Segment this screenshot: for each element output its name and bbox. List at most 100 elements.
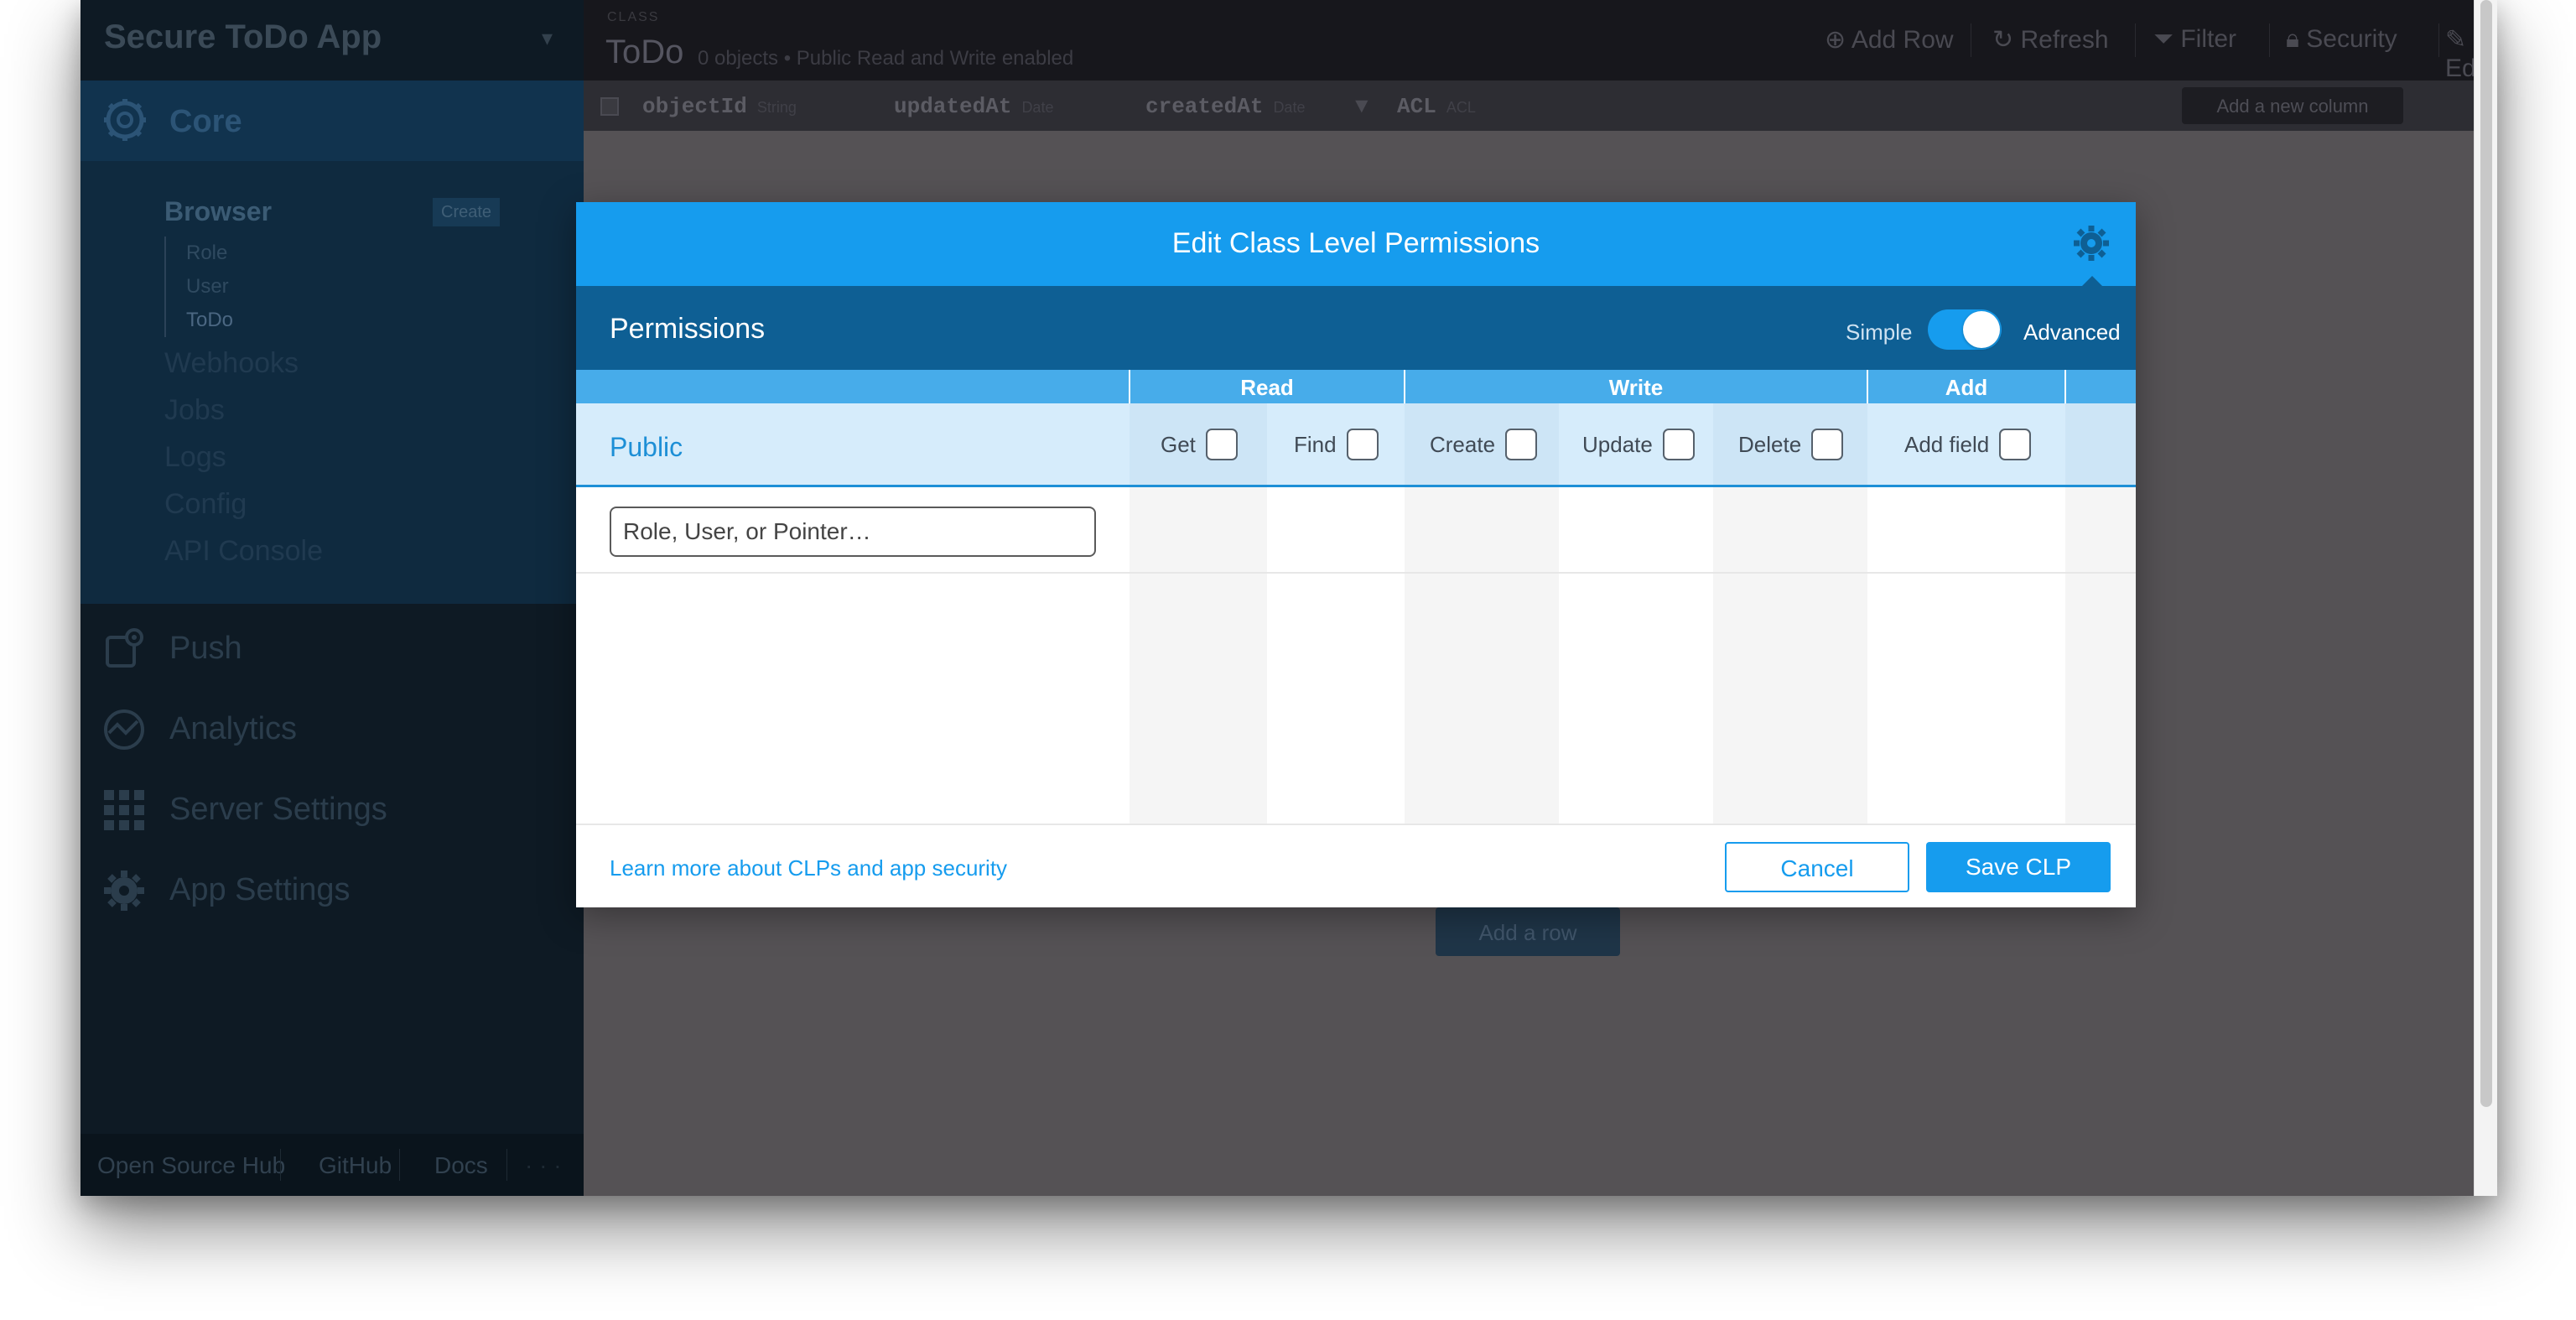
perm-create-checkbox[interactable]: [1505, 429, 1538, 460]
settings-gear-icon[interactable]: [2072, 224, 2111, 262]
toolbar-divider: [2135, 23, 2136, 57]
group-header-add: Add: [1867, 370, 2065, 403]
column-acl[interactable]: ACL ACL: [1397, 94, 1476, 119]
class-item-role[interactable]: Role: [166, 236, 233, 270]
footer-more[interactable]: · · ·: [525, 1152, 562, 1179]
perm-update-checkbox[interactable]: [1662, 429, 1695, 460]
app-switcher-caret-icon[interactable]: ▾: [542, 25, 553, 51]
permissions-title: Permissions: [610, 313, 766, 345]
role-user-pointer-input[interactable]: [610, 507, 1096, 557]
perm-update[interactable]: Update: [1582, 429, 1695, 460]
public-cell: [2065, 403, 2136, 485]
window-scrollbar[interactable]: [2474, 0, 2497, 1196]
core-gear-icon: [104, 99, 146, 141]
group-divider: [2064, 370, 2066, 403]
sidebar: Secure ToDo App ▾ Core Browser Create Ro…: [80, 0, 584, 1196]
sidebar-section-server-settings[interactable]: Server Settings: [102, 777, 572, 844]
class-subtitle: 0 objects • Public Read and Write enable…: [698, 47, 1074, 70]
footer-link-docs[interactable]: Docs: [434, 1152, 488, 1179]
select-all-checkbox[interactable]: [600, 97, 619, 116]
add-column-button[interactable]: Add a new column: [2182, 87, 2403, 124]
refresh-action[interactable]: ↻ Refresh: [1992, 25, 2109, 55]
perm-create[interactable]: Create: [1430, 429, 1538, 460]
column-createdat[interactable]: createdAt Date: [1145, 94, 1305, 119]
permissions-bar: Permissions Simple Advanced: [576, 286, 2136, 370]
scrollbar-thumb[interactable]: [2480, 0, 2492, 1107]
refresh-action-label: Refresh: [2020, 26, 2109, 54]
sidebar-label-push: Push: [169, 631, 242, 666]
modal-header: Edit Class Level Permissions: [576, 202, 2136, 286]
group-divider: [1867, 370, 1868, 403]
perm-get-checkbox[interactable]: [1205, 429, 1238, 460]
sidebar-section-push[interactable]: Push: [102, 616, 572, 683]
filter-action-label: Filter: [2180, 25, 2237, 53]
grid-icon: [104, 790, 144, 830]
perm-delete-checkbox[interactable]: [1811, 429, 1844, 460]
nav-jobs[interactable]: Jobs: [164, 394, 323, 441]
perm-add-field[interactable]: Add field: [1904, 429, 2032, 460]
sidebar-footer: Open Source Hub GitHub Docs · · ·: [80, 1134, 584, 1196]
save-clp-button[interactable]: Save CLP: [1926, 842, 2111, 892]
core-header[interactable]: Core: [80, 81, 584, 161]
public-label: Public: [610, 432, 683, 462]
column-objectid[interactable]: objectId String: [642, 94, 797, 119]
gear-notch: [2082, 276, 2102, 286]
column-name: objectId: [642, 94, 747, 119]
security-action[interactable]: 🔒︎ Security: [2286, 25, 2397, 54]
sort-caret-icon[interactable]: ▼: [1355, 94, 1368, 119]
core-nav: Webhooks Jobs Logs Config API Console: [164, 347, 323, 582]
toolbar-divider: [2269, 23, 2270, 57]
permissions-table: Read Write Add Public Get Find Create Up…: [576, 370, 2136, 824]
perm-find-checkbox[interactable]: [1346, 429, 1379, 460]
group-divider: [1404, 370, 1405, 403]
clp-modal: Edit Class Level Permissions Permissions…: [576, 202, 2136, 907]
mode-toggle[interactable]: [1928, 309, 2002, 350]
nav-webhooks[interactable]: Webhooks: [164, 347, 323, 394]
perm-add-field-checkbox[interactable]: [1999, 429, 2032, 460]
learn-more-link[interactable]: Learn more about CLPs and app security: [610, 855, 1007, 881]
security-action-label: Security: [2306, 25, 2397, 53]
footer-divider: [506, 1149, 507, 1181]
footer-link-github[interactable]: GitHub: [319, 1152, 392, 1179]
group-header-blank: [576, 370, 1130, 403]
footer-link-open-source-hub[interactable]: Open Source Hub: [97, 1152, 285, 1179]
class-toolbar: CLASS ToDo 0 objects • Public Read and W…: [584, 0, 2497, 82]
add-row-button[interactable]: Add a row: [1436, 907, 1620, 956]
toolbar-divider: [2438, 23, 2439, 57]
group-header-write: Write: [1405, 370, 1867, 403]
column-updatedat[interactable]: updatedAt Date: [894, 94, 1053, 119]
modal-title: Edit Class Level Permissions: [1171, 227, 1540, 259]
perm-find-label: Find: [1294, 431, 1337, 457]
nav-api-console[interactable]: API Console: [164, 535, 323, 582]
perm-create-label: Create: [1430, 431, 1496, 457]
class-list: Role User ToDo: [164, 236, 233, 337]
app-title[interactable]: Secure ToDo App: [104, 18, 382, 56]
nav-config[interactable]: Config: [164, 488, 323, 535]
perm-delete[interactable]: Delete: [1738, 429, 1844, 460]
cancel-button[interactable]: Cancel: [1725, 842, 1909, 892]
footer-divider: [280, 1149, 281, 1181]
perm-get[interactable]: Get: [1161, 429, 1238, 460]
sidebar-label-analytics: Analytics: [169, 711, 298, 746]
add-row-action[interactable]: ⊕ Add Row: [1825, 25, 1954, 55]
sidebar-section-app-settings[interactable]: App Settings: [102, 857, 572, 924]
column-type: String: [756, 99, 797, 116]
perm-get-label: Get: [1161, 431, 1196, 457]
column-header-bar: objectId String updatedAt Date createdAt Da…: [584, 81, 2497, 131]
perm-find[interactable]: Find: [1294, 429, 1379, 460]
core-section: Core Browser Create Role User ToDo Webho…: [80, 81, 584, 604]
toggle-knob: [1963, 311, 2000, 348]
class-item-todo[interactable]: ToDo: [166, 304, 233, 337]
group-header-blank: [2065, 370, 2136, 403]
group-divider: [1129, 370, 1130, 403]
create-class-button[interactable]: Create: [433, 198, 500, 226]
push-icon: [106, 628, 143, 668]
nav-logs[interactable]: Logs: [164, 441, 323, 488]
filter-action[interactable]: ⏷ Filter: [2153, 25, 2236, 54]
browser-label[interactable]: Browser: [164, 196, 272, 227]
column-name: createdAt: [1145, 94, 1264, 119]
sidebar-section-analytics[interactable]: Analytics: [102, 696, 572, 763]
class-item-user[interactable]: User: [166, 270, 233, 304]
column-type: Date: [1273, 99, 1306, 116]
entry-row: [576, 490, 2136, 574]
